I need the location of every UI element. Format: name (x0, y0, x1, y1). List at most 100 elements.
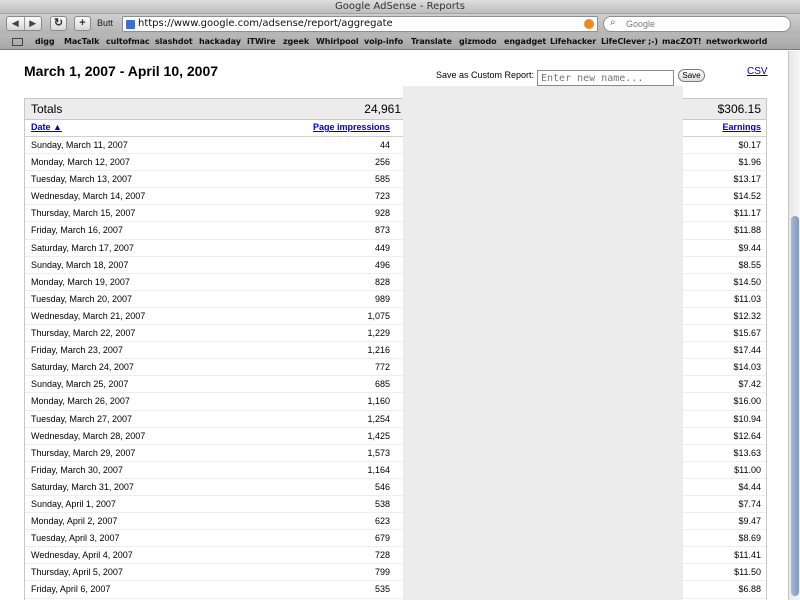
date-cell: Thursday, March 29, 2007 (31, 447, 136, 458)
earnings-cell: $0.17 (738, 140, 761, 150)
bookmark-item[interactable]: iTWire (247, 37, 276, 46)
impressions-cell: 728 (374, 550, 390, 561)
earnings-cell: $16.00 (733, 396, 761, 407)
impressions-cell: 256 (374, 157, 390, 168)
page-content: March 1, 2007 - April 10, 2007 Save as C… (0, 51, 788, 600)
earnings-cell: $8.55 (738, 259, 761, 270)
site-favicon-icon (126, 20, 135, 29)
date-cell: Friday, March 30, 2007 (31, 464, 123, 475)
earnings-cell: $11.00 (734, 464, 761, 475)
bookmark-item[interactable]: voip-info (364, 37, 403, 46)
date-cell: Wednesday, March 21, 2007 (31, 310, 146, 321)
totals-impressions: 24,961 (364, 102, 401, 116)
impressions-cell: 585 (374, 174, 390, 185)
date-cell: Friday, April 6, 2007 (31, 584, 111, 595)
earnings-cell: $17.44 (733, 345, 761, 356)
url-text[interactable]: https://www.google.com/adsense/report/ag… (138, 18, 393, 29)
address-bar[interactable]: https://www.google.com/adsense/report/ag… (122, 16, 598, 32)
search-icon: ⌕ (610, 17, 616, 28)
bookmark-item[interactable]: LifeClever ;-) (601, 37, 658, 46)
earnings-cell: $11.41 (734, 550, 761, 561)
earnings-cell: $11.03 (734, 293, 761, 304)
bookmark-item[interactable]: zgeek (283, 37, 309, 46)
earnings-cell: $11.88 (734, 225, 761, 236)
impressions-cell: 828 (374, 276, 390, 287)
earnings-cell: $9.44 (738, 242, 761, 253)
impressions-cell: 1,254 (367, 413, 390, 424)
impressions-cell: 1,425 (367, 430, 390, 441)
bookmark-item[interactable]: hackaday (199, 37, 241, 46)
date-cell: Tuesday, April 3, 2007 (31, 533, 120, 544)
date-cell: Sunday, March 11, 2007 (31, 140, 128, 150)
bookmark-item[interactable]: Lifehacker (550, 37, 596, 46)
date-cell: Monday, March 26, 2007 (31, 396, 130, 407)
bookmark-button-label[interactable]: Butt (97, 18, 113, 28)
bookmark-item[interactable]: Whirlpool (316, 37, 359, 46)
date-column-header[interactable]: Date ▲ (31, 122, 62, 132)
date-cell: Tuesday, March 13, 2007 (31, 174, 133, 185)
bookmark-item[interactable]: slashdot (155, 37, 193, 46)
earnings-cell: $14.50 (733, 276, 761, 287)
impressions-cell: 535 (374, 584, 390, 595)
impressions-cell: 1,229 (367, 328, 390, 339)
page-title: March 1, 2007 - April 10, 2007 (24, 63, 219, 79)
date-cell: Friday, March 16, 2007 (31, 225, 123, 236)
date-cell: Sunday, March 18, 2007 (31, 259, 129, 270)
date-cell: Thursday, March 22, 2007 (31, 328, 136, 339)
csv-download-link[interactable]: CSV (747, 66, 768, 77)
bookmarks-book-icon[interactable] (12, 38, 23, 46)
date-cell: Saturday, March 17, 2007 (31, 242, 134, 253)
impressions-cell: 449 (374, 242, 390, 253)
date-cell: Saturday, March 24, 2007 (31, 362, 134, 373)
impressions-cell: 799 (374, 567, 390, 578)
back-arrow-icon[interactable]: ◀ (7, 17, 25, 30)
report-name-field[interactable] (537, 70, 674, 86)
impressions-cell: 723 (374, 191, 390, 202)
scrollbar-thumb[interactable] (791, 216, 799, 596)
impressions-cell: 44 (379, 140, 390, 150)
add-bookmark-icon[interactable]: + (74, 16, 91, 31)
search-placeholder[interactable]: Google (626, 19, 655, 29)
browser-toolbar: ◀ ▶ ↻ + Butt https://www.google.com/adse… (0, 14, 800, 34)
impressions-cell: 1,160 (367, 396, 390, 407)
vertical-scrollbar[interactable] (788, 51, 800, 600)
reload-icon[interactable]: ↻ (50, 16, 67, 31)
bookmark-item[interactable]: gizmodo (459, 37, 497, 46)
bookmark-item[interactable]: networkworld (706, 37, 767, 46)
impressions-cell: 679 (374, 533, 390, 544)
search-input[interactable]: ⌕ Google (603, 16, 791, 32)
impressions-cell: 873 (374, 225, 390, 236)
bookmark-item[interactable]: Translate (411, 37, 452, 46)
bookmark-item[interactable]: MacTalk (64, 37, 99, 46)
date-cell: Tuesday, March 27, 2007 (31, 413, 133, 424)
impressions-cell: 1,164 (367, 464, 390, 475)
save-report-label: Save as Custom Report: (436, 70, 535, 80)
earnings-cell: $14.03 (733, 362, 761, 373)
forward-arrow-icon[interactable]: ▶ (25, 17, 42, 30)
impressions-cell: 989 (374, 293, 390, 304)
rss-icon[interactable] (584, 19, 594, 29)
bookmark-item[interactable]: digg (35, 37, 55, 46)
date-cell: Monday, March 19, 2007 (31, 276, 130, 287)
earnings-cell: $6.88 (738, 584, 761, 595)
bookmark-item[interactable]: cultofmac (106, 37, 150, 46)
earnings-cell: $8.69 (738, 533, 761, 544)
earnings-column-header[interactable]: Earnings (722, 122, 761, 132)
date-cell: Sunday, April 1, 2007 (31, 498, 116, 509)
bookmark-item[interactable]: macZOT! (662, 37, 702, 46)
date-cell: Monday, March 12, 2007 (31, 157, 130, 168)
date-cell: Wednesday, April 4, 2007 (31, 550, 133, 561)
save-button[interactable]: Save (678, 69, 705, 82)
impressions-cell: 1,075 (367, 310, 390, 321)
bookmarks-bar: digg MacTalk cultofmac slashdot hackaday… (0, 34, 800, 50)
impressions-column-header[interactable]: Page impressions (313, 122, 390, 132)
earnings-cell: $10.94 (733, 413, 761, 424)
bookmark-item[interactable]: engadget (504, 37, 546, 46)
date-cell: Wednesday, March 14, 2007 (31, 191, 146, 202)
earnings-cell: $1.96 (738, 157, 761, 168)
window-title: Google AdSense - Reports (0, 0, 800, 14)
date-cell: Friday, March 23, 2007 (31, 345, 123, 356)
impressions-cell: 538 (374, 498, 390, 509)
totals-earnings: $306.15 (717, 102, 761, 116)
back-forward-buttons: ◀ ▶ (6, 16, 42, 31)
